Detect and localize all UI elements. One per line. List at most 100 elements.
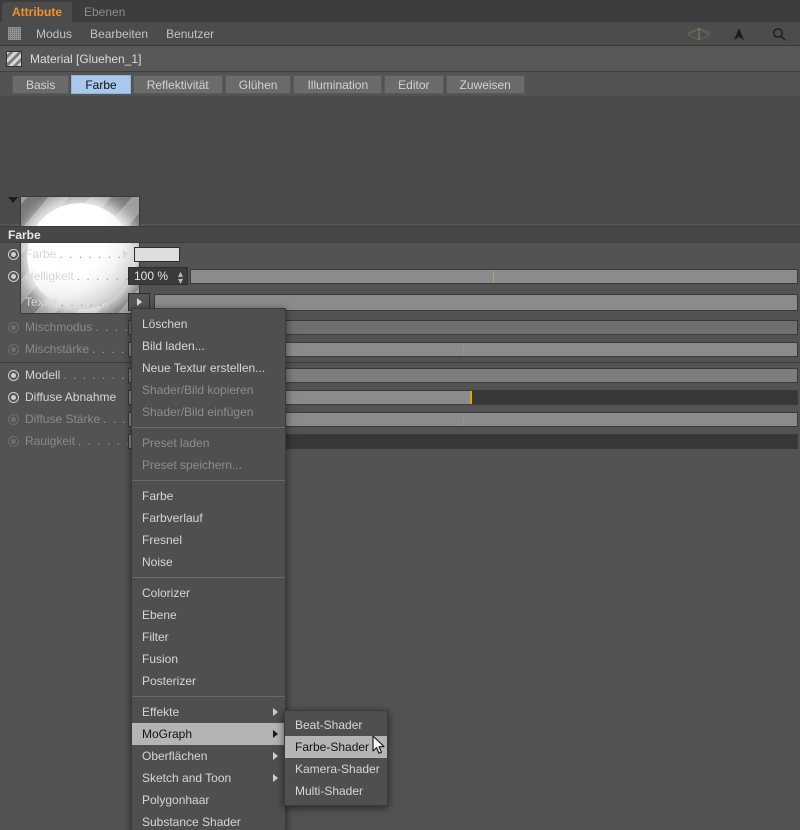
search-icon[interactable] (766, 26, 792, 42)
tab-editor[interactable]: Editor (384, 75, 444, 94)
menu-item-filter[interactable]: Filter (132, 626, 285, 648)
grid-icon[interactable] (8, 27, 21, 40)
property-label-helligkeit: Helligkeit (25, 269, 74, 283)
menu-item-fresnel[interactable]: Fresnel (132, 529, 285, 551)
texture-context-menu: Löschen Bild laden... Neue Textur erstel… (131, 308, 286, 830)
menu-item-fusion[interactable]: Fusion (132, 648, 285, 670)
menu-item-farbe[interactable]: Farbe (132, 485, 285, 507)
radio-icon-mischmodus[interactable] (8, 321, 19, 333)
property-label-diffuse-staerke-cell: Diffuse Stärke . . . (0, 412, 128, 426)
tab-editor-label: Editor (398, 77, 430, 92)
dot-leader: . . . . . . . (78, 434, 128, 448)
tab-basis-label: Basis (26, 77, 56, 92)
window-tab-attribute[interactable]: Attribute (2, 2, 72, 22)
tab-illumination[interactable]: Illumination (293, 75, 383, 94)
menu-item-oberflaechen[interactable]: Oberflächen (132, 745, 285, 767)
property-row-diffuse-abnahme: Diffuse Abnahme (0, 387, 800, 407)
attribute-manager-window: Attribute Ebenen Modus Bearbeiten Benutz… (0, 0, 800, 830)
helligkeit-slider[interactable] (190, 268, 798, 284)
dot-leader: . . . . . . . . (76, 269, 128, 283)
tab-farbe[interactable]: Farbe (71, 75, 131, 94)
tab-gluehen[interactable]: Glühen (224, 75, 292, 94)
menu-item-loeschen[interactable]: Löschen (132, 313, 285, 335)
menu-item-label: Fusion (142, 652, 179, 666)
property-label-modell: Modell (25, 368, 61, 382)
menu-item-colorizer[interactable]: Colorizer (132, 582, 285, 604)
property-label-mischstaerke: Mischstärke (25, 342, 90, 356)
dot-leader: . . . . . (92, 342, 128, 356)
group-header-farbe: Farbe (0, 226, 800, 243)
menu-item-label: Colorizer (142, 586, 191, 600)
layers-wireframe-icon[interactable] (686, 26, 712, 42)
menu-separator (132, 696, 285, 697)
tab-zuweisen[interactable]: Zuweisen (445, 75, 525, 94)
radio-icon-rauigkeit[interactable] (8, 435, 19, 447)
menu-item-substance-shader[interactable]: Substance Shader (132, 811, 285, 830)
submenu-item-farbe-shader[interactable]: Farbe-Shader (285, 736, 387, 758)
property-row-modell: Modell . . . . . . . . . . (0, 365, 800, 385)
collapse-triangle-icon[interactable] (8, 197, 18, 203)
submenu-item-beat-shader[interactable]: Beat-Shader (285, 714, 387, 736)
dot-leader: . . . . . . . . . . (63, 368, 128, 382)
radio-icon-farbe[interactable] (8, 248, 19, 260)
menu-item-label: Shader/Bild kopieren (142, 383, 254, 397)
spinner-arrows-icon[interactable]: ▴ ▾ (178, 270, 183, 287)
menu-item-mograph[interactable]: MoGraph (132, 723, 285, 745)
menu-separator (132, 480, 285, 481)
menu-benutzer[interactable]: Benutzer (157, 22, 223, 46)
farbe-expand-arrow-icon[interactable] (118, 245, 132, 263)
helligkeit-input[interactable]: 100 % ▴ ▾ (128, 267, 188, 287)
property-row-diffuse-staerke: Diffuse Stärke . . . (0, 409, 800, 429)
menu-separator (132, 427, 285, 428)
submenu-item-label: Farbe-Shader (295, 740, 370, 754)
chevron-right-icon (273, 752, 278, 760)
menu-item-effekte[interactable]: Effekte (132, 701, 285, 723)
property-row-mischstaerke: Mischstärke . . . . . (0, 339, 800, 359)
menu-item-label: Effekte (142, 705, 180, 719)
menu-modus[interactable]: Modus (27, 22, 81, 46)
cursor-arrow-icon[interactable] (726, 26, 752, 42)
menu-item-label: MoGraph (142, 727, 193, 741)
dot-leader: . . . . (95, 320, 128, 334)
submenu-item-label: Beat-Shader (295, 718, 363, 732)
menu-item-posterizer[interactable]: Posterizer (132, 670, 285, 692)
menu-item-polygonhaar[interactable]: Polygonhaar (132, 789, 285, 811)
menu-item-farbverlauf[interactable]: Farbverlauf (132, 507, 285, 529)
window-tab-ebenen[interactable]: Ebenen (74, 2, 136, 22)
menu-bearbeiten[interactable]: Bearbeiten (81, 22, 157, 46)
property-row-rauigkeit: Rauigkeit . . . . . . . (0, 431, 800, 451)
chevron-right-icon (273, 774, 278, 782)
tab-reflektivitaet[interactable]: Reflektivität (132, 75, 223, 94)
menu-item-ebene[interactable]: Ebene (132, 604, 285, 626)
menu-item-noise[interactable]: Noise (132, 551, 285, 573)
material-hatch-icon (6, 50, 22, 67)
window-tab-attribute-label: Attribute (12, 5, 62, 19)
property-tabs: Basis Farbe Reflektivität Glühen Illumin… (0, 75, 800, 94)
radio-icon-modell[interactable] (8, 369, 19, 381)
tab-basis[interactable]: Basis (12, 75, 70, 94)
menu-item-bild-laden[interactable]: Bild laden... (132, 335, 285, 357)
menu-item-label: Sketch and Toon (142, 771, 232, 785)
radio-icon-diffuse-staerke[interactable] (8, 413, 19, 425)
submenu-item-label: Multi-Shader (295, 784, 364, 798)
menu-item-preset-speichern: Preset speichern... (132, 454, 285, 476)
radio-icon-helligkeit[interactable] (8, 270, 19, 282)
property-label-mischmodus: Mischmodus (25, 320, 93, 334)
menu-item-preset-laden: Preset laden (132, 432, 285, 454)
menu-item-label: Noise (142, 555, 173, 569)
menu-item-label: Bild laden... (142, 339, 205, 353)
object-header: Material [Gluehen_1] (0, 46, 800, 72)
tab-illumination-label: Illumination (307, 77, 369, 92)
menu-item-sketch-and-toon[interactable]: Sketch and Toon (132, 767, 285, 789)
submenu-item-kamera-shader[interactable]: Kamera-Shader (285, 758, 387, 780)
color-swatch-farbe[interactable] (134, 246, 180, 262)
radio-icon-diffuse-abnahme[interactable] (8, 391, 19, 403)
radio-icon-mischstaerke[interactable] (8, 343, 19, 355)
property-row-helligkeit: Helligkeit . . . . . . . . 100 % ▴▾ (0, 266, 800, 287)
property-label-farbe: Farbe (25, 247, 57, 261)
submenu-item-multi-shader[interactable]: Multi-Shader (285, 780, 387, 802)
menu-item-label: Oberflächen (142, 749, 208, 763)
page-title: Material [Gluehen_1] (30, 51, 142, 66)
menu-item-label: Posterizer (142, 674, 197, 688)
menu-item-neue-textur-erstellen[interactable]: Neue Textur erstellen... (132, 357, 285, 379)
